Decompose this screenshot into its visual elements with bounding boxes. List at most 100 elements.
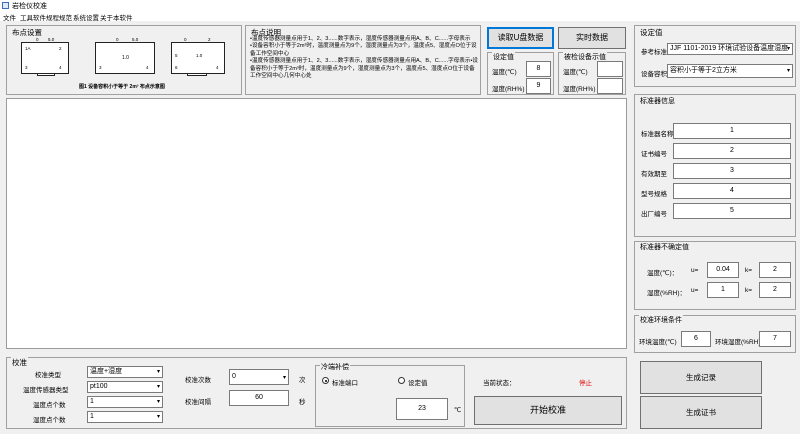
unc-temp-u-field[interactable]: 0.04 [707,262,739,278]
env-temp-field[interactable]: 6 [681,331,711,347]
setpoint-hum-label: 湿度(RH%) [492,86,525,93]
realtime-data-button[interactable]: 实时数据 [558,27,626,49]
valid-until-field[interactable]: 3 [673,163,791,179]
device-temp-label: 温度(℃) [563,69,588,76]
temp-points-select[interactable]: 1 ▾ [87,396,163,408]
diagram-label: 0 [36,37,39,42]
device-display-group: 被检设备示值 温度(℃) 湿度(RH%) [558,52,626,95]
std-name-field[interactable]: 1 [673,123,791,139]
device-temp-field[interactable] [597,61,623,77]
menu-specs[interactable]: 规程规范 [46,12,72,22]
cold-comp-unit: ℃ [454,407,462,414]
volume-select[interactable]: 容积小于等于2立方米 ▾ [667,64,793,78]
hum-points-label: 湿度点个数 [33,417,66,424]
ref-standard-value: JJF 1101-2019 环境试验设备温度湿度 [670,45,789,52]
device-hum-field[interactable] [597,78,623,94]
env-group: 校准环境条件 环境温度(℃) 6 环境湿度(%RH) 7 [634,315,796,353]
diagram-label: 1.0 [196,53,203,58]
unc-temp-u-label: u= [691,267,699,274]
read-usb-button[interactable]: 读取U盘数据 [487,27,554,49]
diagram-label: 5.0 [48,37,55,42]
menu-file[interactable]: 文件 [3,12,16,22]
unc-temp-label: 温度(℃)： [647,270,679,277]
notes-line-3: •温度传感器测量点用于1、2、3......数字表示，湿度传感器测量点用A、B、… [250,58,478,80]
generate-certificate-button[interactable]: 生成证书 [640,396,762,429]
ref-standard-select[interactable]: JJF 1101-2019 环境试验设备温度湿度 ▾ [667,43,793,55]
unc-temp-k-field[interactable]: 2 [759,262,791,278]
notes-text: •温度传感器测量点用于1、2、3......数字表示，湿度传感器测量点用A、B、… [250,36,478,80]
title-bar: 岩检仪校准 [0,0,800,11]
chevron-down-icon: ▾ [786,68,790,74]
window-title: 岩检仪校准 [12,3,47,10]
chevron-down-icon: ▾ [156,369,160,375]
env-title: 校准环境条件 [639,315,683,325]
unc-hum-u-label: u= [691,287,699,294]
diagram-label: 1A [25,46,31,51]
diagram-label: 0 [184,37,187,42]
sensor-type-select[interactable]: pt100 ▾ [87,381,163,393]
data-display-area[interactable] [6,98,627,349]
setpoint-hum-field[interactable]: 9 [526,78,551,94]
notes-line-2: •设备容积小于等于2m³时，温度测量点为9个，湿度测量点为3个，温度点5、湿度点… [250,43,477,57]
chevron-down-icon: ▾ [156,399,160,405]
diagram-label: 4 [146,65,149,70]
diagram-label: 2 [59,46,62,51]
diagram-label: 5 [175,53,178,58]
uncertainty-title: 标准器不确定值 [639,242,690,252]
std-info-title: 标准器信息 [639,96,676,106]
diagram-label: 3 [25,65,28,70]
radio-standard-port[interactable] [322,377,329,384]
radio-standard-port-label[interactable]: 标准端口 [332,377,358,387]
chevron-down-icon: ▾ [156,414,160,420]
radio-setpoint-label[interactable]: 设定值 [408,377,428,387]
temp-points-label: 温度点个数 [33,402,66,409]
sensor-type-label: 温度传感器类型 [23,387,69,394]
settings-title: 设定值 [639,27,664,38]
volume-label: 设备容积 [641,71,667,78]
calib-interval-field[interactable]: 60 [229,390,289,406]
unc-hum-k-field[interactable]: 2 [759,282,791,298]
chevron-down-icon: ▾ [156,384,160,390]
hum-points-value: 1 [90,413,94,420]
calib-interval-unit: 秒 [299,399,306,406]
menu-about[interactable]: 关于本软件 [100,12,133,22]
generate-record-button[interactable]: 生成记录 [640,361,762,394]
menu-bar: 文件 工具软件 规程规范 系统设置 关于本软件 [0,11,800,22]
temp-points-value: 1 [90,398,94,405]
diagram-label: 3 [99,65,102,70]
sensor-type-value: pt100 [90,383,108,390]
calib-count-label: 校准次数 [185,377,211,384]
diagram-caption: 图1 设备容积小于等于 2m³ 布点示意图 [79,84,165,90]
calib-count-value: 0 [232,373,236,380]
calib-type-select[interactable]: 温度+湿度 ▾ [87,366,163,378]
diagram-box-1: 0 5.0 1A 2 3 4 [21,37,69,74]
unc-hum-label: 湿度(%RH)： [647,290,686,297]
calib-count-unit: 次 [299,377,306,384]
ref-standard-label: 参考标准 [641,49,667,56]
cert-number-label: 证书编号 [641,151,667,158]
serial-field[interactable]: 5 [673,203,791,219]
diagram-label: 0 [116,37,119,42]
hum-points-select[interactable]: 1 ▾ [87,411,163,423]
menu-settings[interactable]: 系统设置 [73,12,99,22]
diagram-label: 1.0 [122,55,129,61]
diagram-label: 6 [175,65,178,70]
diagram-box-2: 0 5.0 1.0 3 4 [95,37,155,74]
calibration-group: 校准 校准类型 温度+湿度 ▾ 温度传感器类型 pt100 ▾ 温度点个数 1 … [6,357,627,429]
start-calibration-button[interactable]: 开始校准 [474,396,622,425]
radio-setpoint[interactable] [398,377,405,384]
setpoint-temp-field[interactable]: 8 [526,61,551,77]
unc-hum-u-field[interactable]: 1 [707,282,739,298]
calib-count-spinner[interactable]: 0 ▾ [229,369,289,385]
model-field[interactable]: 4 [673,183,791,199]
chevron-down-icon: ▾ [282,375,286,381]
notes-group: 布点说明 •温度传感器测量点用于1、2、3......数字表示，湿度传感器测量点… [245,25,481,95]
cold-comp-value-field[interactable]: 23 [396,398,448,420]
volume-value: 容积小于等于2立方米 [670,67,737,74]
cold-comp-title: 冷端补偿 [320,362,350,372]
valid-until-label: 有效期至 [641,171,667,178]
menu-tools[interactable]: 工具软件 [20,12,46,22]
env-hum-field[interactable]: 7 [759,331,791,347]
cert-number-field[interactable]: 2 [673,143,791,159]
setpoint-temp-label: 温度(℃) [492,69,517,76]
